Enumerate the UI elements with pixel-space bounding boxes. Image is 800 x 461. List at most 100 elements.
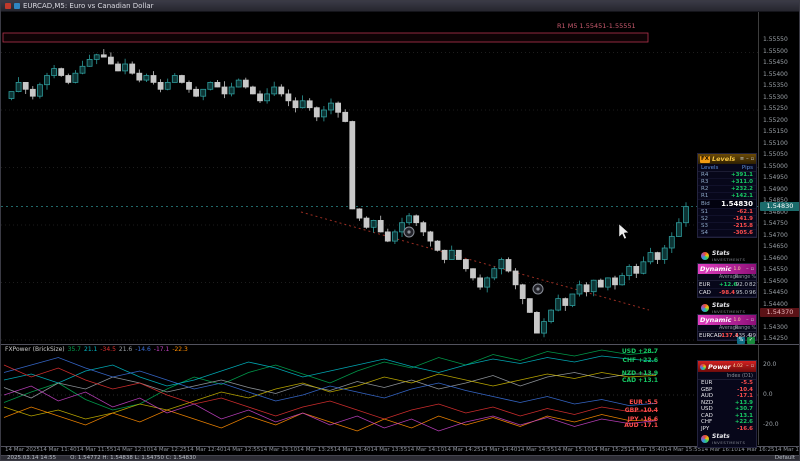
brand-sub: INVESTMENTS: [712, 441, 746, 445]
level-value: -141.9: [733, 216, 753, 222]
price-axis-label: 1.54550: [763, 267, 788, 273]
chart-window-title: EURCAD,M5: Euro vs Canadian Dollar: [23, 3, 154, 10]
panel-minimize-icon[interactable]: –: [746, 318, 749, 323]
fxpower-subwindow[interactable]: FXPower (BrickSize)35.721.1-34.521.6-14.…: [1, 344, 758, 445]
index-value: -10.4: [737, 387, 753, 393]
currency-label: CHF: [701, 419, 712, 425]
power-header[interactable]: Power 4.02 – ▫: [698, 361, 756, 372]
power-version: 4.02: [733, 364, 743, 369]
dynamic-panel-1: Dynamic 1.0 – ▫ AverageRange% EUR+12.692…: [697, 263, 757, 298]
currency-strength-label: USD +28.7: [622, 349, 658, 355]
stats-investments-brand: Stats INVESTMENTS: [701, 303, 746, 314]
currency-strength-label: CHF +22.6: [623, 358, 658, 364]
power-panel: Power 4.02 – ▫ Index (D1) EUR-5.5GBP-10.…: [697, 360, 757, 448]
level-value: -62.1: [737, 209, 753, 215]
price-axis-label: 1.54650: [763, 244, 788, 250]
currency-label: EUR: [701, 380, 712, 386]
range-percent: 82: [748, 282, 756, 288]
range-percent: 96: [748, 290, 756, 296]
currency-strength-label: AUD -17.1: [624, 423, 658, 429]
panel-close-icon[interactable]: ▫: [751, 318, 754, 323]
average-value: 92.0: [735, 282, 748, 288]
time-axis-label: 14 Mar 16:40: [775, 448, 800, 455]
time-axis-label: 14 Mar 2025: [5, 448, 40, 455]
fxpower-indicator-label: FXPower (BrickSize)35.721.1-34.521.6-14.…: [5, 347, 191, 353]
index-value: -16.6: [737, 426, 753, 432]
level-label: R4: [701, 172, 708, 178]
fx-level-row-r2: R2+232.2: [698, 186, 756, 193]
index-value: +13.9: [735, 400, 753, 406]
status-bar: 2025.03.14 14:55 O: 1.54772 H: 1.54838 L…: [1, 455, 800, 461]
fx-levels-title: Levels: [712, 155, 735, 163]
panel-close-icon[interactable]: ▫: [751, 364, 754, 369]
currency-strength-label: GBP -10.4: [625, 408, 658, 414]
stats-investments-brand: Stats INVESTMENTS: [701, 251, 746, 262]
time-axis-label: 14 Mar 14:55: [517, 448, 554, 455]
currency-label: AUD: [701, 393, 713, 399]
price-axis-label: 1.55300: [763, 95, 788, 101]
panel-minimize-icon[interactable]: –: [746, 364, 749, 369]
currency-label: NZD: [701, 400, 713, 406]
status-time: 2025.03.14 14:55: [7, 456, 56, 461]
fx-level-row-s3: S3-215.8: [698, 223, 756, 230]
price-axis-label: 1.54700: [763, 233, 788, 239]
indicator-label-part: -34.5: [100, 346, 116, 353]
dynamic-value: +12.6: [719, 282, 735, 288]
dynamic-2-header[interactable]: Dynamic 1.0 – ▫: [698, 315, 756, 325]
indicator-axis[interactable]: 20.00.0-20.0: [758, 344, 800, 445]
panel-minimize-icon[interactable]: –: [746, 157, 749, 162]
price-axis-label: 1.54600: [763, 256, 788, 262]
fx-level-row-r4: R4+391.1: [698, 172, 756, 179]
price-axis-label: 1.54500: [763, 279, 788, 285]
time-axis-label: 14 Mar 15:25: [591, 448, 628, 455]
dynamic-row-eur: EUR+12.692.082: [698, 281, 756, 289]
chart-title-bar[interactable]: EURCAD,M5: Euro vs Canadian Dollar: [1, 1, 799, 12]
panel-menu-icon[interactable]: ≡: [740, 157, 744, 162]
average-value: 95.0: [735, 290, 748, 296]
brand-sub: INVESTMENTS: [712, 258, 746, 262]
confirm-toggle-button[interactable]: ✓: [747, 337, 755, 344]
dynamic-column: Average: [719, 326, 735, 331]
indicator-label-part: 21.1: [84, 346, 97, 353]
time-axis-label: 14 Mar 11:55: [77, 448, 114, 455]
time-axis-label: 14 Mar 12:25: [150, 448, 187, 455]
panel-close-icon[interactable]: ▫: [751, 157, 754, 162]
fx-level-row-r3: R3+311.0: [698, 179, 756, 186]
dynamic-row-cad: CAD-98.495.096: [698, 289, 756, 297]
dynamic-column: Average: [719, 275, 735, 280]
time-axis-label: 14 Mar 13:25: [297, 448, 334, 455]
price-axis[interactable]: 1.54830 1.54370 1.555501.555001.554501.5…: [758, 12, 800, 343]
level-price-badge: 1.54370: [760, 308, 800, 317]
level-label: S1: [701, 209, 708, 215]
level-value: +142.1: [731, 193, 753, 199]
panel-close-icon[interactable]: ▫: [751, 267, 754, 272]
indicator-label-part: -17.1: [154, 346, 170, 353]
indicator-axis-label: -20.0: [763, 422, 779, 428]
dynamic-2-title: Dynamic: [700, 316, 732, 324]
price-axis-label: 1.54450: [763, 290, 788, 296]
indicator-label-part: -14.6: [135, 346, 151, 353]
main-chart-area[interactable]: R1 M5 1.55451-1.55551: [1, 12, 758, 343]
time-axis-label: 14 Mar 15:10: [554, 448, 591, 455]
fx-level-row-s1: S1 -62.1: [698, 209, 756, 216]
price-axis-label: 1.54750: [763, 221, 788, 227]
price-axis-label: 1.55250: [763, 106, 788, 112]
time-axis-label: 14 Mar 12:55: [224, 448, 261, 455]
time-axis-label: 14 Mar 14:40: [481, 448, 518, 455]
time-axis-label: 14 Mar 15:55: [664, 448, 701, 455]
percent-toggle-button[interactable]: %: [737, 337, 745, 344]
price-axis-label: 1.55450: [763, 60, 788, 66]
panel-minimize-icon[interactable]: –: [746, 267, 749, 272]
status-profile[interactable]: Default: [775, 456, 795, 461]
fx-levels-header[interactable]: FX Levels ≡ – ▫: [698, 154, 756, 164]
time-axis[interactable]: 14 Mar 202514 Mar 11:4014 Mar 11:5514 Ma…: [1, 446, 800, 455]
currency-label: JPY: [701, 426, 709, 432]
dynamic-column: Range: [735, 275, 748, 280]
dynamic-1-header[interactable]: Dynamic 1.0 – ▫: [698, 264, 756, 274]
currency-label: GBP: [701, 387, 712, 393]
fx-level-row-bid: Bid1.54830: [698, 200, 756, 209]
stats-logo-icon: [701, 435, 709, 443]
stats-investments-brand: Stats INVESTMENTS: [698, 432, 756, 447]
chart-symbol-icon: [14, 3, 20, 9]
candlestick-canvas[interactable]: [1, 12, 758, 343]
